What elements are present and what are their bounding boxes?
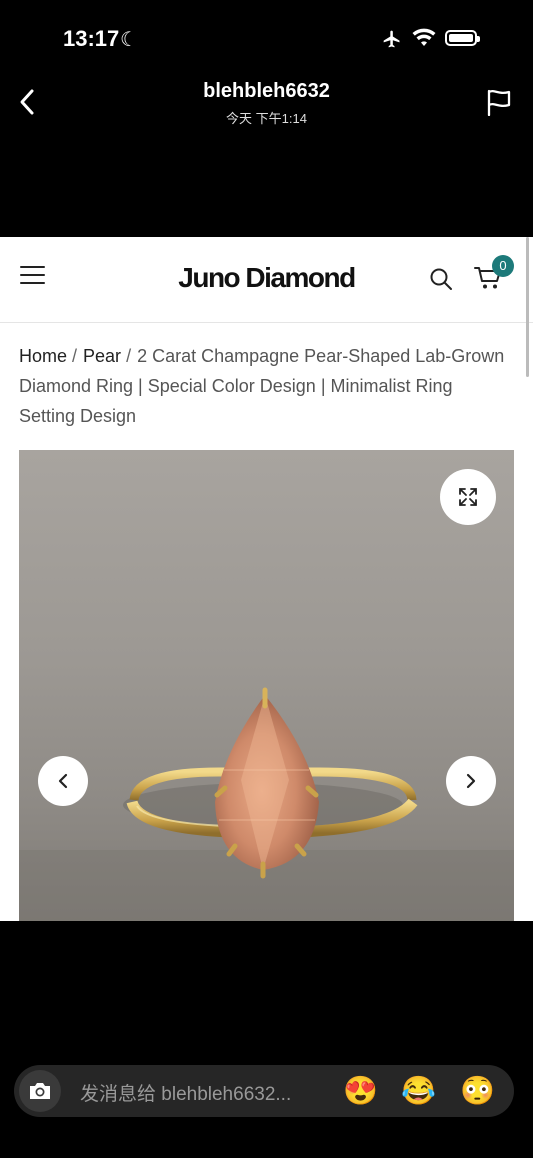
- heart-eyes-emoji-button[interactable]: 😍: [343, 1075, 378, 1107]
- flushed-emoji-button[interactable]: 😳: [460, 1075, 495, 1107]
- webpage-scrollbar[interactable]: [526, 237, 529, 377]
- next-image-button[interactable]: [446, 756, 496, 806]
- battery-icon: [445, 30, 480, 46]
- chevron-left-icon: [58, 773, 68, 789]
- flag-icon[interactable]: [486, 88, 512, 116]
- message-bar: 发消息给 blehbleh6632... 😍 😂 😳: [14, 1065, 514, 1117]
- message-input[interactable]: 发消息给 blehbleh6632...: [80, 1079, 291, 1106]
- camera-button[interactable]: [19, 1070, 61, 1112]
- search-icon[interactable]: [429, 267, 453, 291]
- expand-icon: [459, 488, 477, 506]
- site-header: Juno Diamond 0: [0, 237, 533, 323]
- expand-image-button[interactable]: [440, 469, 496, 525]
- breadcrumb-home[interactable]: Home: [19, 346, 67, 366]
- chat-timestamp: 今天 下午1:14: [226, 111, 307, 126]
- shared-webpage[interactable]: Juno Diamond 0 Home / Pear/2 Carat Champag…: [0, 237, 533, 921]
- ring-photo: [19, 687, 514, 921]
- wifi-icon: [412, 28, 436, 46]
- previous-image-button[interactable]: [38, 756, 88, 806]
- breadcrumb: Home / Pear/2 Carat Champagne Pear-Shaped …: [19, 341, 509, 431]
- status-time: 13:17: [63, 26, 120, 51]
- status-bar: 13:17 ☾: [0, 0, 533, 70]
- camera-icon: [30, 1083, 50, 1099]
- chevron-right-icon: [466, 773, 476, 789]
- cart-count-badge: 0: [492, 255, 514, 277]
- breadcrumb-category[interactable]: Pear: [83, 346, 121, 366]
- breadcrumb-separator: /: [126, 346, 132, 366]
- site-logo[interactable]: Juno Diamond: [0, 262, 533, 294]
- chat-username[interactable]: blehbleh6632: [0, 80, 533, 103]
- moon-icon: ☾: [120, 29, 138, 51]
- airplane-icon: [383, 30, 400, 48]
- product-image[interactable]: [19, 450, 514, 921]
- breadcrumb-separator: /: [72, 346, 78, 366]
- tears-of-joy-emoji-button[interactable]: 😂: [401, 1075, 436, 1107]
